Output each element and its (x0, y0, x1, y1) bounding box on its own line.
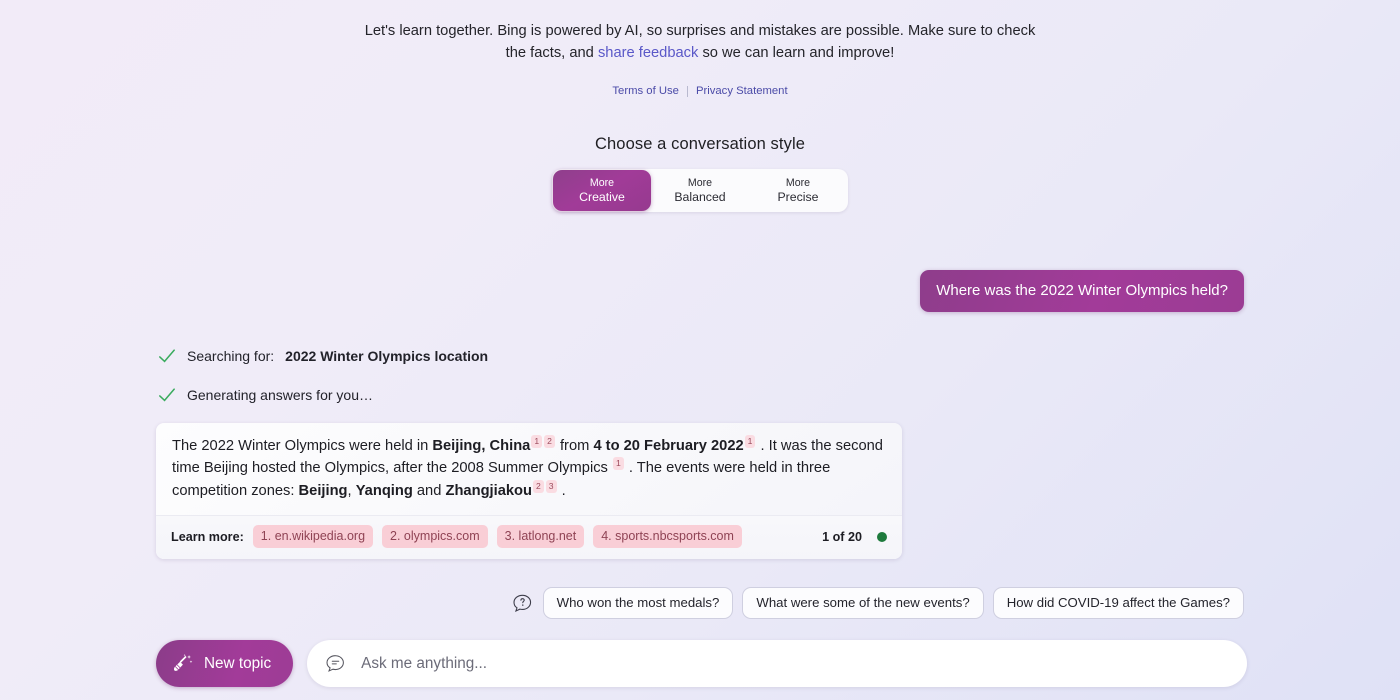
assistant-answer-text: The 2022 Winter Olympics were held in Be… (156, 423, 902, 515)
suggestion-chip-2[interactable]: What were some of the new events? (742, 587, 984, 619)
chat-bubble-icon (326, 655, 345, 672)
source-chip-2[interactable]: 2. olympics.com (382, 525, 488, 549)
answer-text-run: from (555, 438, 594, 454)
share-feedback-link[interactable]: share feedback (598, 45, 698, 61)
conversation-style-switch: More Creative More Balanced More Precise (552, 169, 848, 212)
answer-text-run: , (347, 482, 356, 499)
style-option-line1: More (687, 177, 713, 189)
composer-bar: New topic (156, 640, 1248, 687)
broom-icon (174, 653, 193, 671)
citation-badge[interactable]: 2 (544, 435, 555, 448)
source-chip-1[interactable]: 1. en.wikipedia.org (252, 525, 374, 549)
citation-badge[interactable]: 1 (744, 435, 756, 448)
conversation-style-section: Choose a conversation style More Creativ… (0, 135, 1400, 212)
style-option-line2: Precise (777, 189, 819, 204)
conversation-style-title: Choose a conversation style (595, 135, 805, 153)
answer-sources-footer: Learn more: 1. en.wikipedia.org 2. olymp… (156, 515, 902, 560)
ask-input[interactable] (359, 653, 1230, 674)
ai-disclaimer: Let's learn together. Bing is powered by… (360, 0, 1040, 64)
citation-badge[interactable]: 3 (545, 479, 557, 493)
style-option-line2: Balanced (674, 189, 726, 204)
source-chip-3[interactable]: 3. latlong.net (496, 525, 585, 549)
legal-links: Terms of Use Privacy Statement (0, 64, 1400, 97)
style-option-line1: More (785, 177, 811, 189)
status-query: 2022 Winter Olympics location (285, 348, 489, 364)
source-chip-4[interactable]: 4. sports.nbcsports.com (593, 525, 742, 549)
suggestion-chip-3[interactable]: How did COVID-19 affect the Games? (992, 587, 1244, 619)
user-message-bubble: Where was the 2022 Winter Olympics held? (920, 270, 1244, 312)
citation-badge[interactable]: 1 (613, 457, 624, 471)
status-row: Searching for: 2022 Winter Olympics loca… (158, 345, 1400, 367)
status-dot-icon (877, 531, 887, 542)
answer-bold-term: Beijing (298, 482, 348, 499)
privacy-statement-link[interactable]: Privacy Statement (696, 85, 788, 97)
style-option-line2: Creative (579, 189, 625, 204)
answer-text-run: The 2022 Winter Olympics were held in (172, 438, 433, 454)
status-label: Generating answers for you… (187, 387, 373, 403)
disclaimer-text-after: so we can learn and improve! (698, 45, 895, 61)
turn-counter: 1 of 20 (822, 529, 862, 544)
question-bubble-icon[interactable] (512, 593, 533, 614)
new-topic-button[interactable]: New topic (156, 640, 294, 687)
status-row: Generating answers for you… (158, 384, 1400, 406)
style-option-line1: More (589, 177, 615, 189)
assistant-answer-card: The 2022 Winter Olympics were held in Be… (156, 423, 902, 560)
user-message-row: Where was the 2022 Winter Olympics held? (0, 270, 1400, 312)
suggestion-chips-row: Who won the most medals? What were some … (0, 587, 1400, 619)
citation-badge[interactable]: 2 (532, 479, 544, 493)
answer-bold-term: Yanqing (355, 482, 413, 499)
answer-text-run: and (412, 482, 446, 499)
legal-divider (686, 85, 688, 97)
check-icon (159, 388, 175, 402)
answer-bold-term: Zhangjiakou (445, 482, 532, 499)
answer-bold-term: Beijing, China (432, 438, 531, 454)
new-topic-label: New topic (204, 654, 272, 672)
check-icon (159, 349, 175, 363)
status-label: Searching for: (187, 348, 275, 364)
chat-thread: Where was the 2022 Winter Olympics held?… (0, 270, 1400, 560)
terms-of-use-link[interactable]: Terms of Use (612, 85, 679, 97)
learn-more-label: Learn more: (171, 529, 244, 544)
suggestion-chip-1[interactable]: Who won the most medals? (542, 587, 734, 619)
style-option-more-precise[interactable]: More Precise (749, 170, 847, 211)
search-status-list: Searching for: 2022 Winter Olympics loca… (0, 345, 1400, 406)
ask-input-shell[interactable] (307, 640, 1248, 687)
style-option-more-balanced[interactable]: More Balanced (651, 170, 749, 211)
citation-badge[interactable]: 1 (531, 435, 543, 448)
style-option-more-creative[interactable]: More Creative (553, 170, 651, 211)
answer-text-run: . (557, 482, 566, 499)
answer-bold-term: 4 to 20 February 2022 (593, 438, 744, 454)
